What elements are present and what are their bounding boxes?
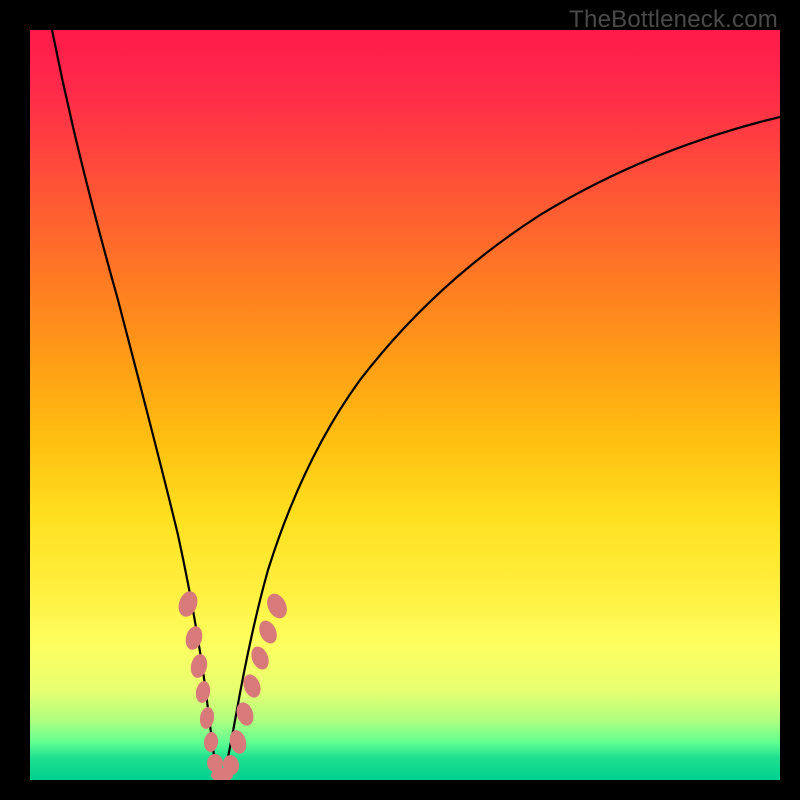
chart-frame: TheBottleneck.com — [0, 0, 800, 800]
watermark-text: TheBottleneck.com — [569, 6, 778, 34]
plot-gradient-background — [30, 30, 780, 780]
